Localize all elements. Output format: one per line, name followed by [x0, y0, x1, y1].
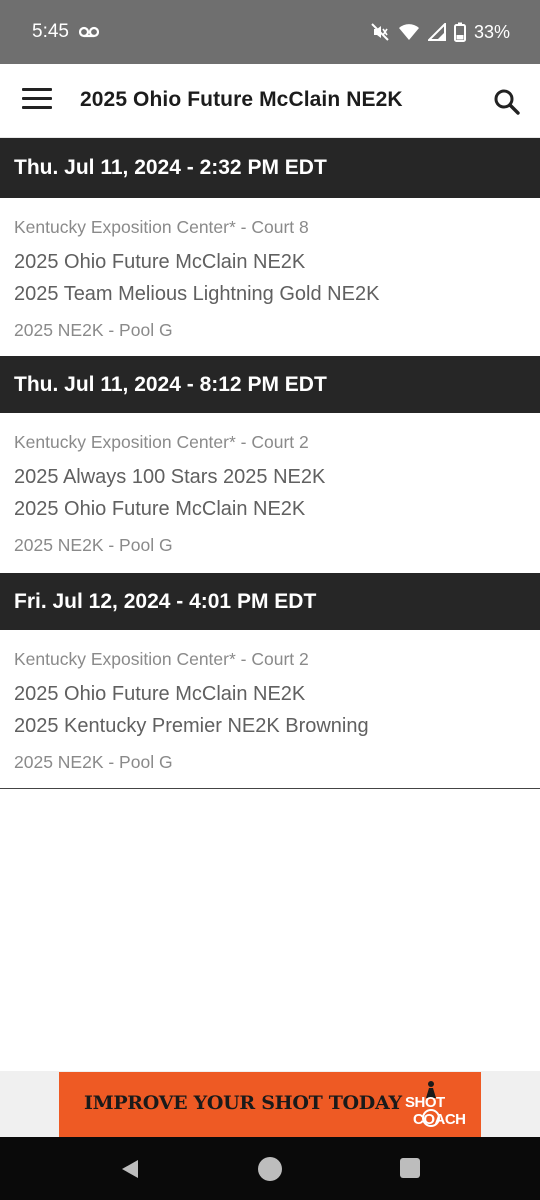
menu-icon[interactable]	[22, 88, 52, 114]
game-venue: Kentucky Exposition Center* - Court 8	[14, 217, 309, 237]
game-team-1: 2025 Ohio Future McClain NE2K	[14, 683, 306, 705]
page-title: 2025 Ohio Future McClain NE2K	[80, 88, 403, 111]
battery-icon	[453, 22, 466, 42]
mute-icon	[370, 22, 390, 42]
game-item[interactable]: Kentucky Exposition Center* - Court 2 20…	[0, 630, 540, 789]
game-team-1: 2025 Always 100 Stars 2025 NE2K	[14, 466, 326, 488]
game-team-2: 2025 Team Melious Lightning Gold NE2K	[14, 283, 380, 305]
date-header: Fri. Jul 12, 2024 - 4:01 PM EDT	[0, 573, 540, 630]
shot-coach-logo: SHOT COACH	[393, 1078, 466, 1132]
status-time: 5:45	[32, 21, 69, 42]
game-team-2: 2025 Kentucky Premier NE2K Browning	[14, 715, 369, 737]
game-venue: Kentucky Exposition Center* - Court 2	[14, 432, 309, 452]
recents-icon[interactable]	[400, 1158, 420, 1178]
game-item[interactable]: Kentucky Exposition Center* - Court 2 20…	[0, 413, 540, 573]
status-bar: 5:45 33%	[0, 0, 540, 64]
game-venue: Kentucky Exposition Center* - Court 2	[14, 649, 309, 669]
ad-area: IMPROVE YOUR SHOT TODAY SHOT COACH	[0, 1071, 540, 1137]
ad-logo-line2: COACH	[413, 1111, 466, 1128]
game-pool: 2025 NE2K - Pool G	[14, 320, 173, 340]
voicemail-icon	[78, 26, 99, 38]
game-item[interactable]: Kentucky Exposition Center* - Court 8 20…	[0, 198, 540, 356]
ad-logo-line1: SHOT	[405, 1094, 445, 1111]
app-bar: 2025 Ohio Future McClain NE2K	[0, 64, 540, 138]
status-right: 33%	[370, 22, 510, 43]
battery-percent: 33%	[473, 21, 510, 42]
signal-icon	[427, 23, 446, 41]
status-left: 5:45	[32, 21, 99, 43]
ad-banner[interactable]: IMPROVE YOUR SHOT TODAY SHOT COACH	[59, 1072, 481, 1137]
schedule-list: Thu. Jul 11, 2024 - 2:32 PM EDT Kentucky…	[0, 138, 540, 789]
back-icon[interactable]	[118, 1157, 142, 1181]
home-icon[interactable]	[258, 1157, 282, 1181]
ad-text: IMPROVE YOUR SHOT TODAY	[84, 1092, 402, 1114]
game-team-2: 2025 Ohio Future McClain NE2K	[14, 498, 306, 520]
wifi-icon	[398, 23, 420, 41]
game-team-1: 2025 Ohio Future McClain NE2K	[14, 251, 306, 273]
system-nav-bar	[0, 1137, 540, 1200]
date-header: Thu. Jul 11, 2024 - 2:32 PM EDT	[0, 138, 540, 198]
game-pool: 2025 NE2K - Pool G	[14, 535, 173, 555]
search-icon[interactable]	[493, 88, 521, 116]
date-header: Thu. Jul 11, 2024 - 8:12 PM EDT	[0, 356, 540, 413]
game-pool: 2025 NE2K - Pool G	[14, 752, 173, 772]
